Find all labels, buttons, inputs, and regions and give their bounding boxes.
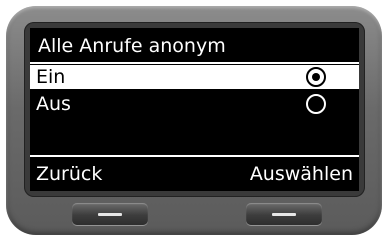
- softkey-left-label[interactable]: Zurück: [36, 157, 102, 191]
- softkey-bar: Zurück Auswählen: [30, 155, 359, 191]
- radio-unselected-icon: [306, 94, 326, 114]
- right-softkey-button[interactable]: [246, 203, 322, 225]
- screen-title: Alle Anrufe anonym: [38, 35, 226, 57]
- option-label: Ein: [36, 66, 66, 88]
- title-divider: [30, 62, 359, 64]
- option-ein[interactable]: Ein: [30, 65, 359, 89]
- softkey-right-label[interactable]: Auswählen: [250, 157, 353, 191]
- minus-bar-icon: [98, 213, 122, 216]
- phone-display: Alle Anrufe anonym Ein Aus Zurück Auswäh…: [30, 28, 359, 191]
- minus-bar-icon: [272, 213, 296, 216]
- left-softkey-button[interactable]: [72, 203, 148, 225]
- option-label: Aus: [36, 93, 71, 115]
- option-aus[interactable]: Aus: [30, 92, 359, 116]
- radio-selected-icon: [306, 67, 326, 87]
